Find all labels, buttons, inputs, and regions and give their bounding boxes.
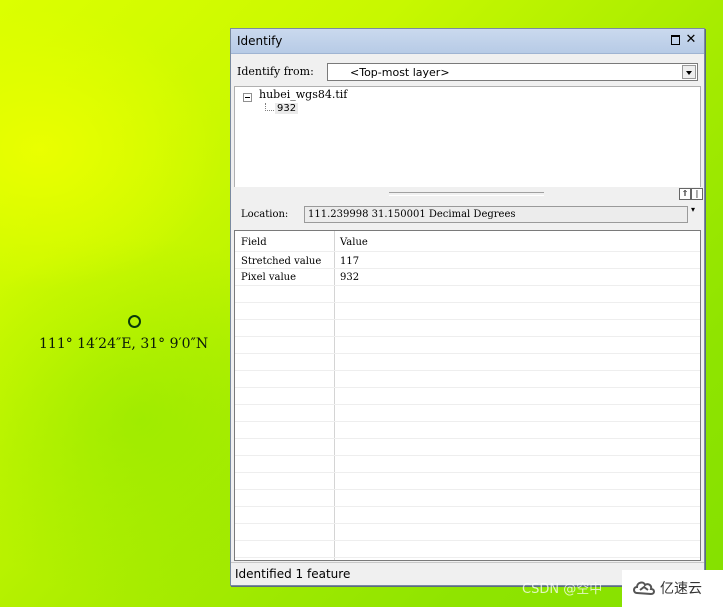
column-header-field[interactable]: Field [241,237,267,248]
chevron-down-icon[interactable] [682,65,696,79]
value-cell: 117 [340,256,360,267]
identify-from-value: <Top-most layer> [350,66,450,79]
empty-row [235,490,700,507]
empty-row [235,354,700,371]
title-bar[interactable]: Identify ✕ [231,29,704,54]
location-marker-icon [128,315,141,328]
empty-row [235,524,700,541]
column-header-value[interactable]: Value [340,237,368,248]
identify-from-dropdown[interactable]: <Top-most layer> [327,63,698,81]
empty-row [235,405,700,422]
table-row[interactable]: Pixel value 932 [235,269,700,286]
location-options-icon[interactable]: ▾ [691,205,695,214]
results-tree: hubei_wgs84.tif 932 [234,86,701,187]
pane-splitter[interactable]: ⇑ | [234,187,703,200]
empty-row [235,456,700,473]
field-cell: Stretched value [241,256,322,267]
empty-row [235,439,700,456]
empty-row [235,337,700,354]
collapse-icon[interactable] [243,93,252,102]
table-row[interactable]: Stretched value 117 [235,252,700,269]
close-button[interactable]: ✕ [684,33,698,47]
field-cell: Pixel value [241,272,297,283]
cloud-logo-icon [633,581,655,596]
window-title: Identify [237,34,283,48]
collapse-up-icon[interactable]: ⇑ [679,188,691,200]
status-text: Identified 1 feature [235,567,351,581]
location-value: 111.239998 31.150001 Decimal Degrees [308,209,516,220]
empty-row [235,541,700,558]
table-header-row: Field Value [235,231,700,252]
splitter-grip[interactable] [389,192,544,196]
identify-window: Identify ✕ Identify from: <Top-most laye… [230,28,705,586]
value-cell: 932 [340,272,360,283]
tree-item-value[interactable]: 932 [275,103,299,114]
empty-row [235,371,700,388]
location-label: Location: [241,209,289,220]
empty-row [235,286,700,303]
split-toggle-icon[interactable]: | [691,188,703,200]
yisu-logo: 亿速云 [622,570,723,607]
empty-row [235,388,700,405]
close-icon: ✕ [685,32,697,47]
tree-item-layer[interactable]: hubei_wgs84.tif [259,88,347,101]
empty-row [235,303,700,320]
maximize-button[interactable] [668,33,682,47]
csdn-watermark: CSDN @空中 [522,582,603,597]
logo-text: 亿速云 [660,581,702,597]
maximize-icon [670,35,680,45]
location-field[interactable]: 111.239998 31.150001 Decimal Degrees [304,206,688,223]
empty-row [235,473,700,490]
empty-row [235,422,700,439]
empty-row [235,507,700,524]
attribute-table: Field Value Stretched value 117 Pixel va… [234,230,701,561]
identify-from-label: Identify from: [237,65,314,78]
coordinate-label: 111° 14′24″E, 31° 9′0″N [39,336,209,352]
empty-row [235,320,700,337]
